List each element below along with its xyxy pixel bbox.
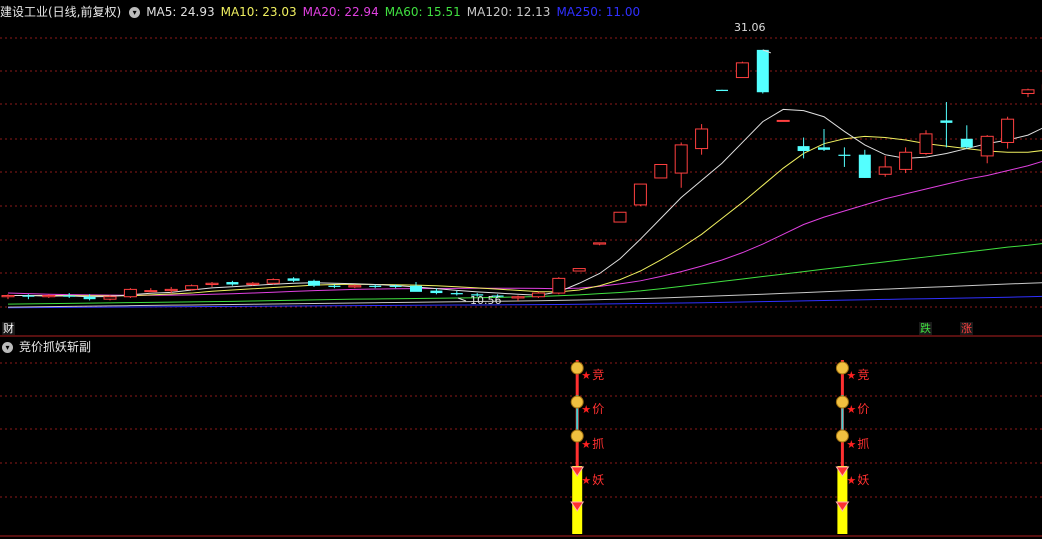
signal-label: 价 [857, 402, 870, 416]
star-icon: ★ [846, 438, 856, 451]
low-price-label: 10.56 [470, 294, 502, 307]
candle-body-up [919, 133, 933, 154]
candle-body-down [369, 285, 382, 287]
candle-body-up [266, 279, 280, 284]
candle-body-up [633, 183, 647, 206]
ma10-line [8, 135, 1042, 297]
candle-body-up [511, 296, 525, 299]
candle-body-up [735, 62, 749, 79]
candle-body-down [22, 295, 35, 297]
candle-body-up [531, 292, 545, 298]
candle-body-down [716, 89, 728, 92]
candle-body-up [654, 163, 668, 179]
candle-body-up [1, 295, 15, 298]
star-icon: ★ [581, 403, 591, 416]
candle-body-up [552, 277, 566, 294]
candle-body-up [103, 296, 117, 300]
candle-body-up [572, 268, 586, 272]
star-icon: ★ [846, 474, 856, 487]
candle-body-down [308, 280, 320, 286]
candle-body-up [1001, 118, 1015, 143]
stock-title: 建设工业(日线,前复权) [0, 5, 122, 19]
candle-body-down [226, 282, 239, 285]
kline-chart[interactable]: ★ ★ ★ ★ ★ ★ ★ ★ [0, 0, 1042, 539]
candle-body-up [878, 166, 892, 175]
signal-label: 价 [592, 402, 605, 416]
candle-body-down [960, 138, 973, 148]
candle-body-up [613, 211, 627, 223]
main-header: 建设工业(日线,前复权) ▾ MA5: 24.93 MA10: 23.03 MA20: … [0, 3, 652, 21]
ma-legend-item: MA20: 22.94 [302, 5, 379, 19]
signal-label: 竞 [592, 368, 605, 382]
low-price-arrow [457, 297, 467, 302]
chevron-down-icon[interactable]: ▾ [129, 7, 141, 18]
candle-body-down [940, 120, 953, 123]
indicator-title: 竞价抓妖斩副 [19, 340, 92, 354]
ma-legend-item: MA60: 15.51 [384, 5, 461, 19]
candle-body-up [980, 135, 994, 157]
candle-body-down [83, 296, 96, 300]
high-price-label: 31.06 [734, 21, 766, 34]
ma250-line [7, 295, 1042, 309]
candle-body-up [164, 288, 178, 292]
indicator-header: ▾ 竞价抓妖斩副 [0, 338, 97, 356]
candle-body-up [246, 282, 260, 285]
candle-body-down [287, 278, 300, 281]
signal-label: 抓 [857, 437, 870, 451]
signal-label: 妖 [592, 473, 605, 487]
candle-body-up [1021, 89, 1035, 94]
finance-marker[interactable]: 财 [2, 322, 15, 335]
candle-body-up [205, 282, 219, 285]
candle-body-up [593, 242, 607, 245]
rise-marker[interactable]: 涨 [960, 322, 973, 335]
chevron-down-icon[interactable]: ▾ [2, 342, 13, 353]
candle-body-down [818, 147, 830, 150]
candle-body-up [144, 290, 158, 293]
star-icon: ★ [581, 474, 591, 487]
candle-body-up [123, 288, 137, 298]
candle-body-down [389, 285, 402, 287]
candle-body-down [756, 49, 769, 93]
candle-body-down [838, 154, 851, 156]
candle-body-down [63, 295, 76, 297]
candle-body-up [185, 285, 199, 290]
star-icon: ★ [581, 438, 591, 451]
candle-body-down [328, 285, 341, 287]
star-icon: ★ [581, 369, 591, 382]
star-icon: ★ [846, 369, 856, 382]
candle-body-up [776, 119, 790, 122]
ma-legend-item: MA10: 23.03 [220, 5, 297, 19]
candle-body-up [674, 144, 688, 174]
candle-body-down [450, 293, 463, 295]
candle-body-down [797, 146, 810, 152]
ma-legend-item: MA250: 11.00 [556, 5, 641, 19]
candle-body-up [42, 295, 56, 298]
candle-body-up [695, 128, 709, 150]
signal-label: 抓 [592, 437, 605, 451]
candle-body-down [410, 285, 422, 292]
ma-legend-item: MA120: 12.13 [466, 5, 551, 19]
candle-body-down [430, 290, 443, 294]
drop-marker[interactable]: 跌 [919, 322, 932, 335]
ma-legend-item: MA5: 24.93 [146, 5, 215, 19]
candle-body-up [348, 285, 362, 288]
signal-label: 竞 [857, 368, 870, 382]
candle-body-down [858, 154, 871, 178]
star-icon: ★ [846, 403, 856, 416]
ma-legend: MA5: 24.93 MA10: 23.03 MA20: 22.94 MA60: 15… [146, 5, 646, 19]
candle-body-up [899, 151, 913, 170]
signal-label: 妖 [857, 473, 870, 487]
